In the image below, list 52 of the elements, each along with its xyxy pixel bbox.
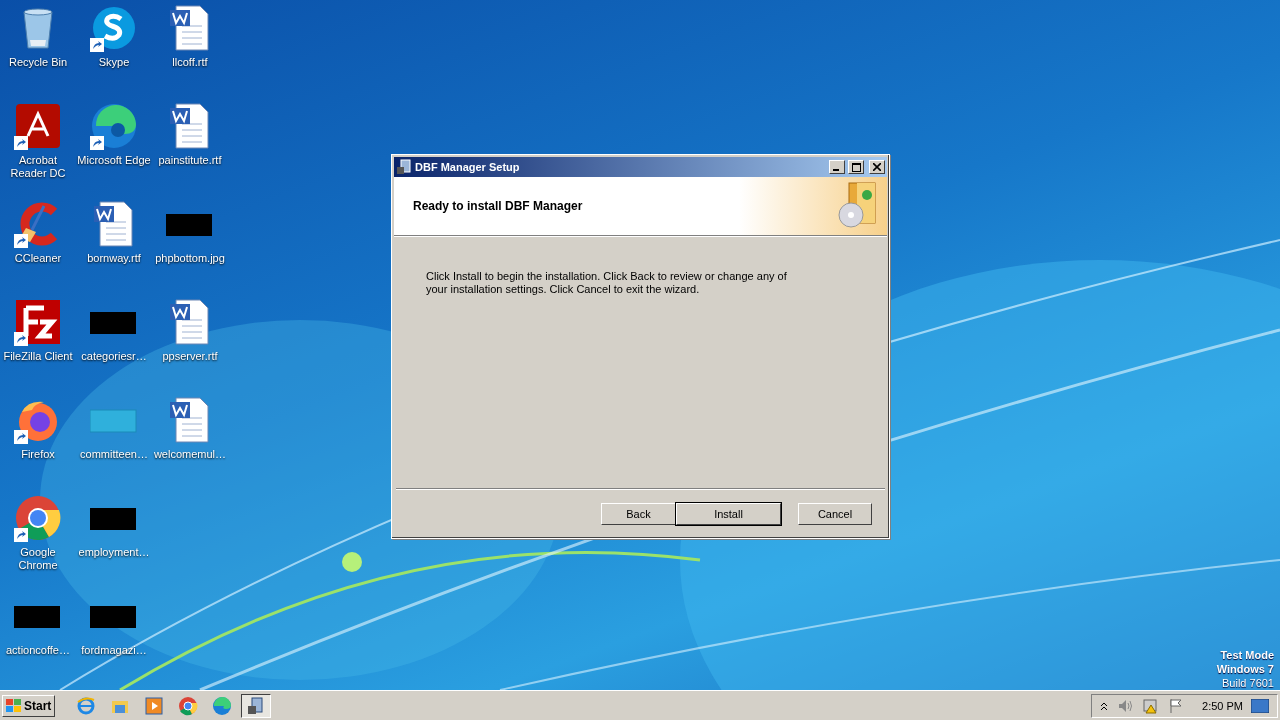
desktop-icon-label[interactable]: ppserver.rtf — [152, 350, 228, 363]
show-desktop-icon[interactable] — [1251, 698, 1269, 713]
chevron-up-icon[interactable] — [1100, 700, 1109, 711]
desktop-icon-label[interactable]: bornway.rtf — [76, 252, 152, 265]
desktop-icon-label[interactable]: painstitute.rtf — [152, 154, 228, 167]
shortcut-arrow-icon — [14, 136, 28, 150]
desktop-icon-label[interactable]: Firefox — [0, 448, 76, 461]
system-info-text: Windows 7 — [1216, 662, 1274, 676]
dialog-button[interactable]: Back — [601, 503, 676, 525]
close-icon — [873, 163, 881, 171]
desktop-icon-label[interactable]: CCleaner — [0, 252, 76, 265]
shortcut-arrow-icon — [14, 332, 28, 346]
desktop-icon-label[interactable]: Google Chrome — [0, 546, 76, 572]
chrome-icon — [14, 494, 62, 542]
installer-icon[interactable] — [241, 693, 272, 718]
maximize-icon — [851, 162, 861, 172]
dialog-heading: Ready to install DBF Manager — [413, 199, 583, 213]
desktop-icon-label[interactable]: committeen… — [76, 448, 152, 461]
pdf-icon — [14, 102, 62, 150]
start-button[interactable]: Start — [2, 694, 56, 717]
desktop-icon-label[interactable]: Acrobat Reader DC — [0, 154, 76, 180]
system-info-text: Test Mode — [1220, 648, 1274, 662]
clock[interactable]: 2:50 PM — [1202, 699, 1243, 712]
desktop-icon-label[interactable]: llcoff.rtf — [152, 56, 228, 69]
shortcut-arrow-icon — [90, 136, 104, 150]
system-info-text: Build 7601 — [1222, 676, 1274, 690]
shortcut-arrow-icon — [14, 430, 28, 444]
desktop-icon-label[interactable]: FileZilla Client — [0, 350, 76, 363]
desktop-icon-label[interactable]: fordmagazi… — [76, 644, 152, 657]
desktop-icon-label[interactable]: Microsoft Edge — [76, 154, 152, 167]
desktop-icon-label[interactable]: categoriesr… — [76, 350, 152, 363]
dialog-button[interactable]: Install — [676, 503, 781, 525]
instruction-text: Click Install to begin the installation. Click Back to review or change any of your installation settings. Click Cancel to exit the wizard. — [426, 270, 788, 296]
shortcut-arrow-icon — [14, 528, 28, 542]
installer-icon — [396, 159, 412, 175]
window-title: DBF Manager Setup — [415, 161, 521, 173]
close-button[interactable] — [869, 160, 885, 174]
desktop-icon-label[interactable]: welcomemul… — [152, 448, 228, 461]
desktop-icon-label[interactable]: phpbottom.jpg — [152, 252, 228, 265]
minimize-button[interactable] — [829, 160, 845, 174]
dialog-button[interactable]: Cancel — [798, 503, 872, 525]
skype-icon — [90, 4, 138, 52]
shortcut-arrow-icon — [90, 38, 104, 52]
desktop-icon-label[interactable]: Recycle Bin — [0, 56, 76, 69]
filezilla-icon — [14, 298, 62, 346]
desktop-icon-label[interactable]: employment… — [76, 546, 152, 559]
desktop-icon-label[interactable]: Skype — [76, 56, 152, 69]
shortcut-arrow-icon — [14, 234, 28, 248]
windows-logo-icon — [6, 698, 22, 713]
maximize-button[interactable] — [848, 160, 864, 174]
desktop-icon-label[interactable]: actioncoffe… — [0, 644, 76, 657]
edge-icon — [90, 102, 138, 150]
